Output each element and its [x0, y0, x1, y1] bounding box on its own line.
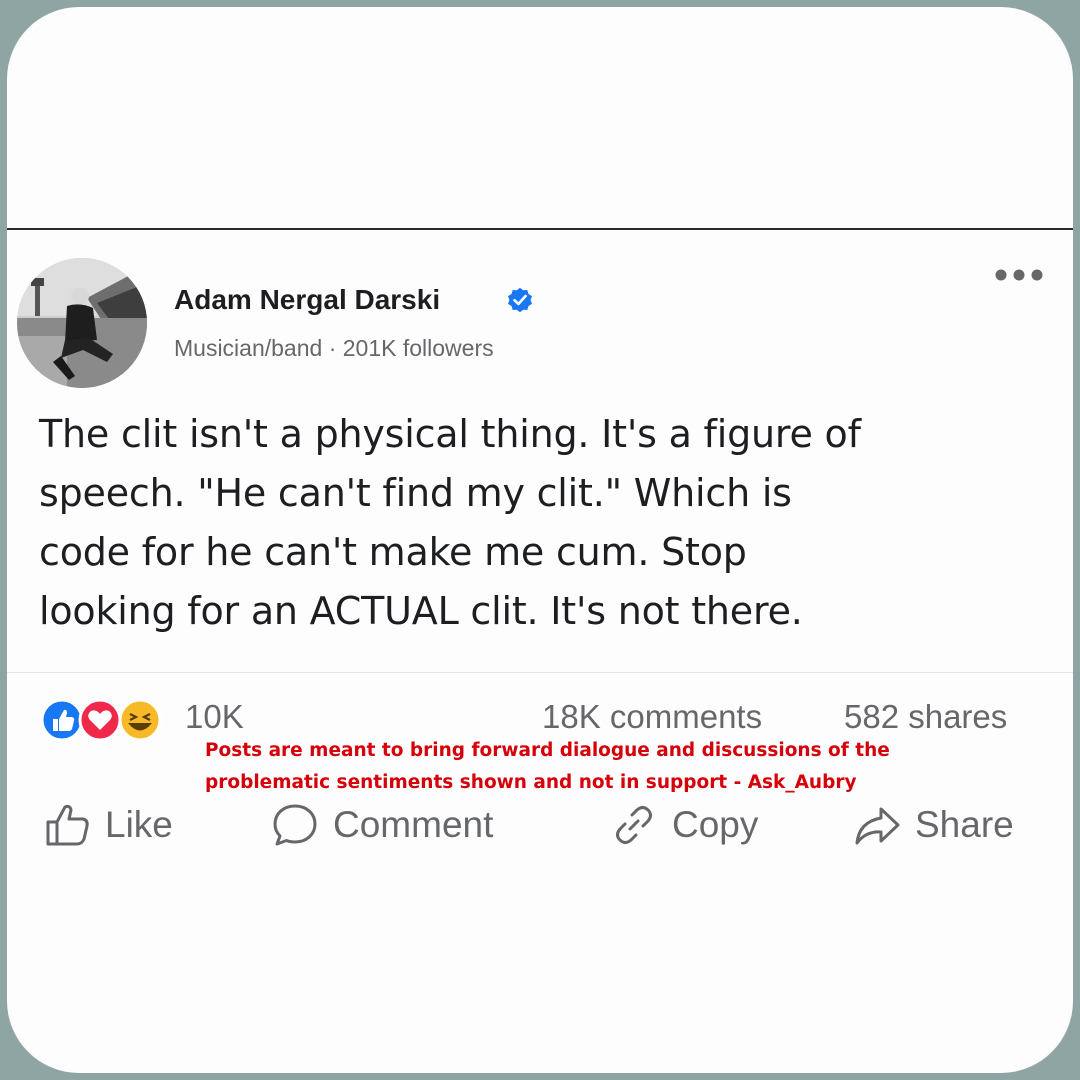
love-reaction-icon	[78, 698, 122, 742]
reaction-icons[interactable]	[40, 698, 175, 742]
share-button[interactable]: Share	[853, 800, 1014, 850]
comment-icon	[273, 804, 317, 846]
author-avatar[interactable]	[17, 258, 147, 388]
haha-reaction-icon	[118, 698, 162, 742]
stats-divider	[7, 672, 1073, 673]
disclaimer-overlay: Posts are meant to bring forward dialogu…	[205, 740, 890, 793]
more-horizontal-icon[interactable]	[989, 264, 1049, 286]
divider	[7, 228, 1073, 230]
comments-count[interactable]: 18K comments	[542, 698, 762, 736]
author-meta: Musician/band · 201K followers	[174, 335, 494, 361]
author-name[interactable]: Adam Nergal Darski	[174, 284, 440, 316]
share-label: Share	[915, 804, 1014, 845]
copy-label: Copy	[672, 804, 759, 845]
like-button[interactable]: Like	[43, 800, 173, 850]
link-icon	[616, 806, 652, 844]
copy-button[interactable]: Copy	[610, 800, 758, 850]
thumbs-up-icon	[46, 804, 89, 846]
avatar-photo	[17, 258, 147, 388]
verified-badge-icon	[508, 287, 532, 313]
shares-count[interactable]: 582 shares	[844, 698, 1007, 736]
reaction-count[interactable]: 10K	[185, 698, 244, 736]
like-reaction-icon	[40, 698, 84, 742]
like-label: Like	[105, 804, 173, 845]
comment-button[interactable]: Comment	[271, 800, 493, 850]
post-card: Adam Nergal Darski Musician/band · 201K …	[7, 7, 1073, 1073]
share-arrow-icon	[855, 807, 900, 845]
comment-label: Comment	[333, 804, 494, 845]
post-text: The clit isn't a physical thing. It's a …	[39, 412, 861, 633]
